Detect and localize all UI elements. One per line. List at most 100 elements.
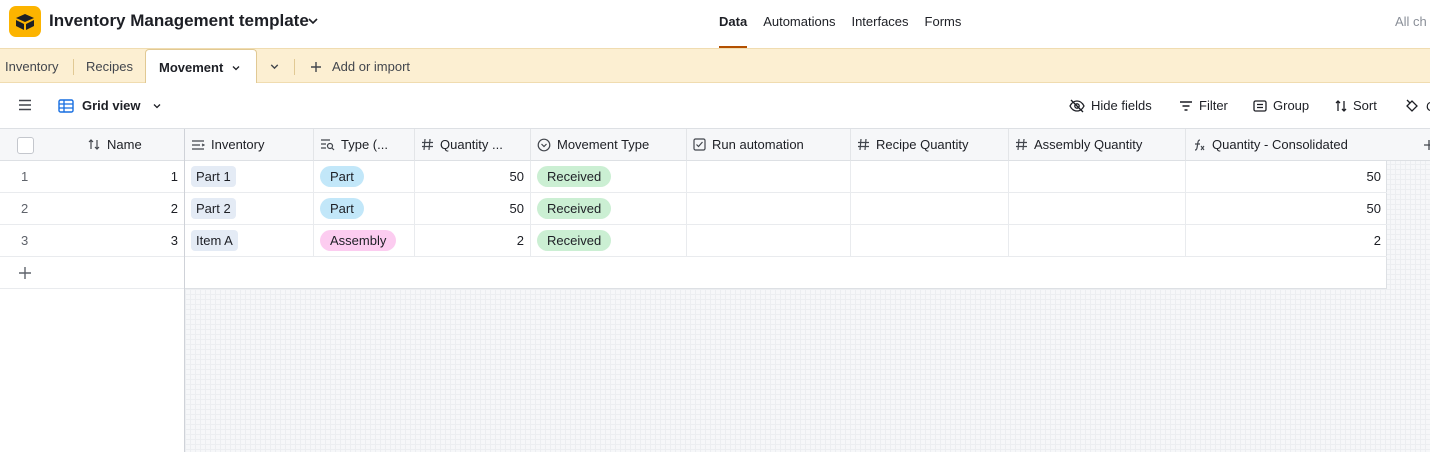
cell-quantity-consolidated[interactable]: 2 <box>1186 225 1387 257</box>
cell-name[interactable]: 2 <box>171 201 178 216</box>
column-header-movement-type[interactable]: Movement Type <box>531 129 687 161</box>
filter-label: Filter <box>1199 98 1228 113</box>
hide-fields-button[interactable]: Hide fields <box>1069 98 1152 113</box>
nav-data[interactable]: Data <box>719 14 748 48</box>
cell-quantity[interactable]: 2 <box>415 225 531 257</box>
color-label: C <box>1426 99 1430 114</box>
cell-type[interactable]: Assembly <box>314 225 415 257</box>
cell-type[interactable]: Part <box>314 193 415 225</box>
cell-name[interactable]: 3 <box>171 233 178 248</box>
nav-forms[interactable]: Forms <box>925 14 962 48</box>
table-tab-movement-label: Movement <box>159 60 224 75</box>
add-or-import-label: Add or import <box>332 59 411 74</box>
add-field-button[interactable] <box>1387 129 1430 161</box>
nav-interfaces[interactable]: Interfaces <box>851 14 908 48</box>
cell-run-automation[interactable] <box>687 193 851 225</box>
linked-record-chip[interactable]: Part 1 <box>191 166 236 187</box>
add-or-import-button[interactable]: Add or import <box>309 59 410 74</box>
link-icon <box>192 139 205 150</box>
column-header-recipe-quantity[interactable]: Recipe Quantity <box>851 129 1009 161</box>
lookup-icon <box>321 139 335 151</box>
cell-run-automation[interactable] <box>687 161 851 193</box>
cell-quantity-consolidated[interactable]: 50 <box>1186 193 1387 225</box>
top-nav: Data Automations Interfaces Forms <box>719 14 977 48</box>
cell-recipe-quantity[interactable] <box>851 193 1009 225</box>
cell-inventory[interactable]: Part 1 <box>185 161 314 193</box>
table-tab-recipes[interactable]: Recipes <box>86 59 133 74</box>
column-header-type[interactable]: Type (... <box>314 129 415 161</box>
column-header-quantity-consolidated[interactable]: Quantity - Consolidated <box>1186 129 1387 161</box>
base-logo-icon[interactable] <box>9 6 41 37</box>
cell-movement-type[interactable]: Received <box>531 193 687 225</box>
add-row-button[interactable] <box>0 257 184 289</box>
select-all-checkbox[interactable] <box>17 137 34 154</box>
filter-button[interactable]: Filter <box>1179 98 1228 113</box>
sort-icon <box>88 139 100 150</box>
cell-name[interactable]: 1 <box>171 169 178 184</box>
header-primary[interactable]: Name <box>0 129 184 161</box>
cell-recipe-quantity[interactable] <box>851 225 1009 257</box>
table-row[interactable]: 3 3 <box>0 225 184 257</box>
cell-run-automation[interactable] <box>687 225 851 257</box>
menu-icon[interactable] <box>18 99 32 111</box>
plus-icon <box>1424 140 1430 150</box>
cell-type[interactable]: Part <box>314 161 415 193</box>
table-tab-inventory[interactable]: Inventory <box>5 59 58 74</box>
type-pill: Assembly <box>320 230 397 251</box>
column-header-label: Quantity - Consolidated <box>1212 137 1348 152</box>
column-name-label: Name <box>107 137 142 152</box>
group-button[interactable]: Group <box>1253 98 1309 113</box>
cell-recipe-quantity[interactable] <box>851 161 1009 193</box>
sort-button[interactable]: Sort <box>1335 98 1377 113</box>
single-select-icon <box>537 138 551 151</box>
table-row[interactable]: 2 2 <box>0 193 184 225</box>
type-pill: Part <box>320 198 364 219</box>
view-switcher[interactable]: Grid view <box>58 98 169 113</box>
number-icon <box>422 138 433 151</box>
cell-inventory[interactable]: Part 2 <box>185 193 314 225</box>
cell-assembly-quantity[interactable] <box>1009 161 1186 193</box>
color-button[interactable]: C <box>1404 98 1430 114</box>
cell-quantity-consolidated[interactable]: 50 <box>1186 161 1387 193</box>
all-changes-saved: All ch <box>1395 14 1427 29</box>
number-icon <box>1016 138 1027 151</box>
chevron-down-icon[interactable] <box>306 14 320 28</box>
chevron-down-icon[interactable] <box>230 62 242 74</box>
cell-assembly-quantity[interactable] <box>1009 225 1186 257</box>
group-icon <box>1253 99 1267 112</box>
hide-fields-label: Hide fields <box>1091 98 1152 113</box>
table-tab-movement[interactable]: Movement <box>145 49 257 84</box>
top-bar: Inventory Management template Data Autom… <box>0 0 1430 48</box>
cell-movement-type[interactable]: Received <box>531 161 687 193</box>
column-header-run-automation[interactable]: Run automation <box>687 129 851 161</box>
cell-quantity[interactable]: 50 <box>415 161 531 193</box>
view-name: Grid view <box>82 98 141 113</box>
column-header-inventory[interactable]: Inventory <box>185 129 314 161</box>
row-number: 1 <box>21 169 29 184</box>
cell-inventory[interactable]: Item A <box>185 225 314 257</box>
base-title[interactable]: Inventory Management template <box>49 11 309 31</box>
column-header-assembly-quantity[interactable]: Assembly Quantity <box>1009 129 1186 161</box>
movement-pill: Received <box>537 198 612 219</box>
cell-assembly-quantity[interactable] <box>1009 193 1186 225</box>
row-number: 2 <box>21 201 29 216</box>
view-bar: Grid view Hide fields Filter Group Sort … <box>0 83 1430 129</box>
linked-record-chip[interactable]: Part 2 <box>191 198 236 219</box>
number-icon <box>858 138 869 151</box>
row-number: 3 <box>21 233 29 248</box>
cell-movement-type[interactable]: Received <box>531 225 687 257</box>
cell-quantity[interactable]: 50 <box>415 193 531 225</box>
column-name-header[interactable]: Name <box>88 137 142 152</box>
primary-field-panel: Name 1 1 2 2 3 3 <box>0 129 185 452</box>
movement-pill: Received <box>537 230 612 251</box>
eye-off-icon <box>1069 99 1085 112</box>
table-row[interactable]: 1 1 <box>0 161 184 193</box>
nav-automations[interactable]: Automations <box>763 14 835 48</box>
column-header-label: Recipe Quantity <box>876 137 969 152</box>
tables-bar: Inventory Recipes Movement Add or import <box>0 48 1430 84</box>
linked-record-chip[interactable]: Item A <box>191 230 238 251</box>
plus-icon <box>19 267 31 279</box>
column-header-quantity[interactable]: Quantity ... <box>415 129 531 161</box>
all-tables-chevron-icon[interactable] <box>268 60 281 73</box>
tab-divider <box>73 59 74 75</box>
